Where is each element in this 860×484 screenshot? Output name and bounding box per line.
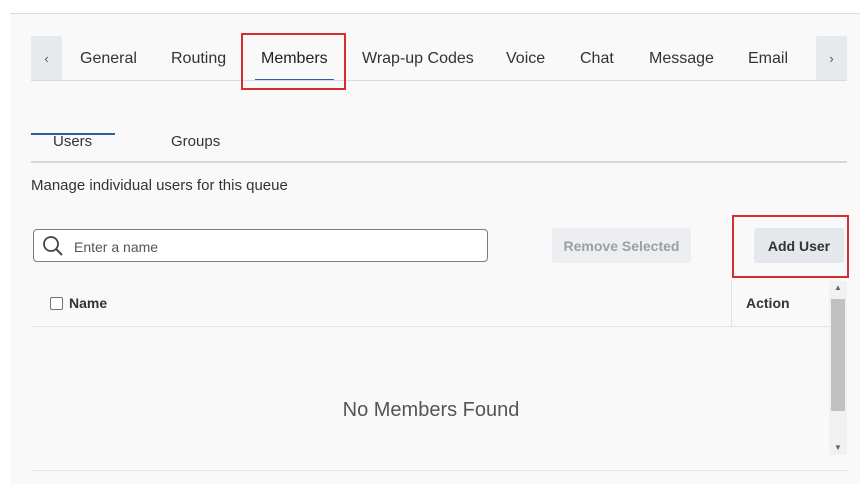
tab-message[interactable]: Message (649, 36, 714, 81)
remove-selected-button[interactable]: Remove Selected (552, 228, 691, 263)
tab-scroll-left-button[interactable]: ‹ (31, 36, 62, 81)
subtabs-divider (31, 161, 847, 163)
tab-email[interactable]: Email (748, 36, 788, 81)
member-type-tabs: Users Groups (31, 125, 847, 163)
name-column-label: Name (69, 295, 108, 311)
table-scrollbar[interactable]: ▲ ▼ (829, 281, 847, 455)
tab-voice[interactable]: Voice (506, 36, 545, 81)
tab-bar: ‹ General Routing Members Wrap-up Codes … (31, 36, 847, 81)
name-column-header: Name (50, 295, 107, 311)
chevron-right-icon: › (829, 51, 834, 66)
search-icon (43, 236, 63, 256)
members-table: Name Action No Members Found (31, 281, 847, 471)
subtab-groups[interactable]: Groups (171, 133, 220, 150)
empty-state-message: No Members Found (342, 399, 520, 421)
subtab-users[interactable]: Users (53, 133, 92, 150)
action-column-header: Action (746, 295, 790, 311)
select-all-checkbox[interactable] (50, 296, 63, 310)
tab-chat[interactable]: Chat (580, 36, 614, 81)
search-field[interactable] (33, 229, 488, 263)
tab-bar-divider (31, 80, 847, 81)
add-user-button[interactable]: Add User (754, 228, 844, 263)
section-description: Manage individual users for this queue (31, 177, 288, 194)
subtab-active-indicator (31, 133, 115, 135)
tab-general[interactable]: General (80, 36, 137, 81)
tab-routing[interactable]: Routing (171, 36, 226, 81)
column-divider (731, 281, 732, 326)
chevron-left-icon: ‹ (44, 51, 49, 66)
tab-wrap-up-codes[interactable]: Wrap-up Codes (362, 36, 474, 81)
scroll-down-icon[interactable]: ▼ (829, 441, 847, 455)
table-header: Name Action (31, 281, 831, 327)
tab-scroll-right-button[interactable]: › (816, 36, 847, 81)
scroll-up-icon[interactable]: ▲ (829, 281, 847, 295)
scrollbar-thumb[interactable] (831, 299, 845, 411)
table-bottom-border (31, 470, 847, 471)
tab-members[interactable]: Members (255, 36, 334, 81)
search-input[interactable] (72, 230, 476, 263)
